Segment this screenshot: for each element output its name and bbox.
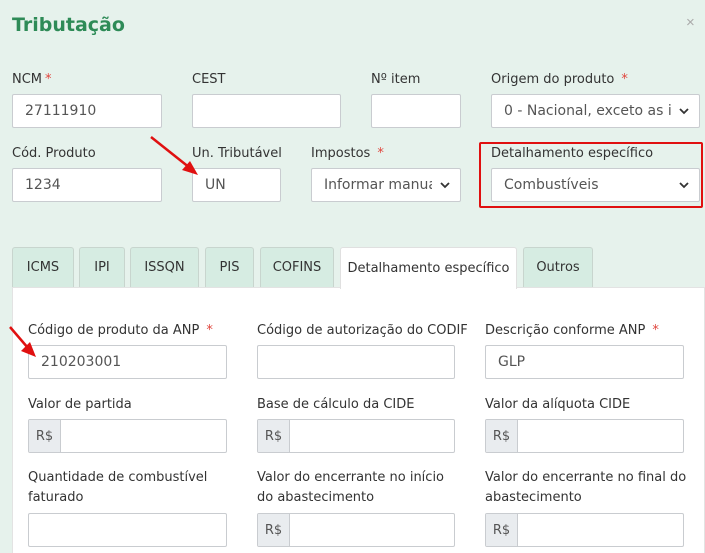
base-cide-input[interactable]: R$ <box>257 419 455 453</box>
encerrante-final-label: Valor do encerrante no final do abasteci… <box>485 470 687 505</box>
tab-cofins[interactable]: COFINS <box>260 247 334 287</box>
n-item-input[interactable] <box>371 94 461 128</box>
codif-input[interactable] <box>257 345 455 379</box>
chevron-down-icon <box>679 108 689 115</box>
tab-outros[interactable]: Outros <box>523 247 593 287</box>
cest-label: CEST <box>192 72 226 87</box>
valor-partida-label: Valor de partida <box>28 397 132 412</box>
encerrante-final-input[interactable]: R$ <box>485 513 684 547</box>
quantidade-label: Quantidade de combustível faturado <box>28 470 208 505</box>
annotation-highlight-box <box>479 142 703 208</box>
impostos-select[interactable]: Informar manual <box>311 168 461 202</box>
cod-produto-label: Cód. Produto <box>12 146 96 161</box>
required-mark: * <box>45 72 52 87</box>
valor-partida-input[interactable]: R$ <box>28 419 227 453</box>
un-tributavel-input[interactable]: UN <box>192 168 281 202</box>
required-mark: * <box>621 72 628 87</box>
quantidade-input[interactable] <box>28 513 227 547</box>
descricao-anp-label: Descrição conforme ANP * <box>485 323 659 338</box>
currency-prefix: R$ <box>29 420 61 452</box>
required-mark: * <box>377 146 384 161</box>
tab-ipi[interactable]: IPI <box>79 247 125 287</box>
cest-input[interactable] <box>192 94 341 128</box>
cod-produto-input[interactable]: 1234 <box>12 168 162 202</box>
impostos-select-value: Informar manual <box>324 177 432 193</box>
currency-prefix: R$ <box>486 514 518 546</box>
descricao-anp-input[interactable]: GLP <box>485 345 684 379</box>
tab-detalhamento-especifico[interactable]: Detalhamento específico <box>340 247 517 289</box>
tab-icms[interactable]: ICMS <box>12 247 74 287</box>
encerrante-inicio-label: Valor do encerrante no início do abastec… <box>257 470 445 505</box>
ncm-label: NCM * <box>12 72 52 87</box>
ncm-input[interactable]: 27111910 <box>12 94 162 128</box>
aliquota-cide-label: Valor da alíquota CIDE <box>485 397 631 412</box>
required-mark: * <box>652 323 659 338</box>
codif-label: Código de autorização do CODIF <box>257 323 468 338</box>
currency-prefix: R$ <box>258 420 290 452</box>
aliquota-cide-input[interactable]: R$ <box>485 419 684 453</box>
origem-select[interactable]: 0 - Nacional, exceto as ind <box>491 94 700 128</box>
origem-select-value: 0 - Nacional, exceto as ind <box>504 103 671 119</box>
required-mark: * <box>206 323 213 338</box>
impostos-label: Impostos * <box>311 146 384 161</box>
base-cide-label: Base de cálculo da CIDE <box>257 397 415 412</box>
tab-issqn[interactable]: ISSQN <box>130 247 199 287</box>
chevron-down-icon <box>440 182 450 189</box>
close-icon[interactable]: × <box>686 14 695 31</box>
encerrante-inicio-input[interactable]: R$ <box>257 513 455 547</box>
modal-title: Tributação <box>12 14 125 36</box>
codigo-anp-label: Código de produto da ANP * <box>28 323 213 338</box>
currency-prefix: R$ <box>486 420 518 452</box>
un-tributavel-label: Un. Tributável <box>192 146 282 161</box>
tab-pis[interactable]: PIS <box>205 247 254 287</box>
currency-prefix: R$ <box>258 514 290 546</box>
origem-label: Origem do produto * <box>491 72 628 87</box>
n-item-label: Nº item <box>371 72 421 87</box>
codigo-anp-input[interactable]: 210203001 <box>28 345 227 379</box>
